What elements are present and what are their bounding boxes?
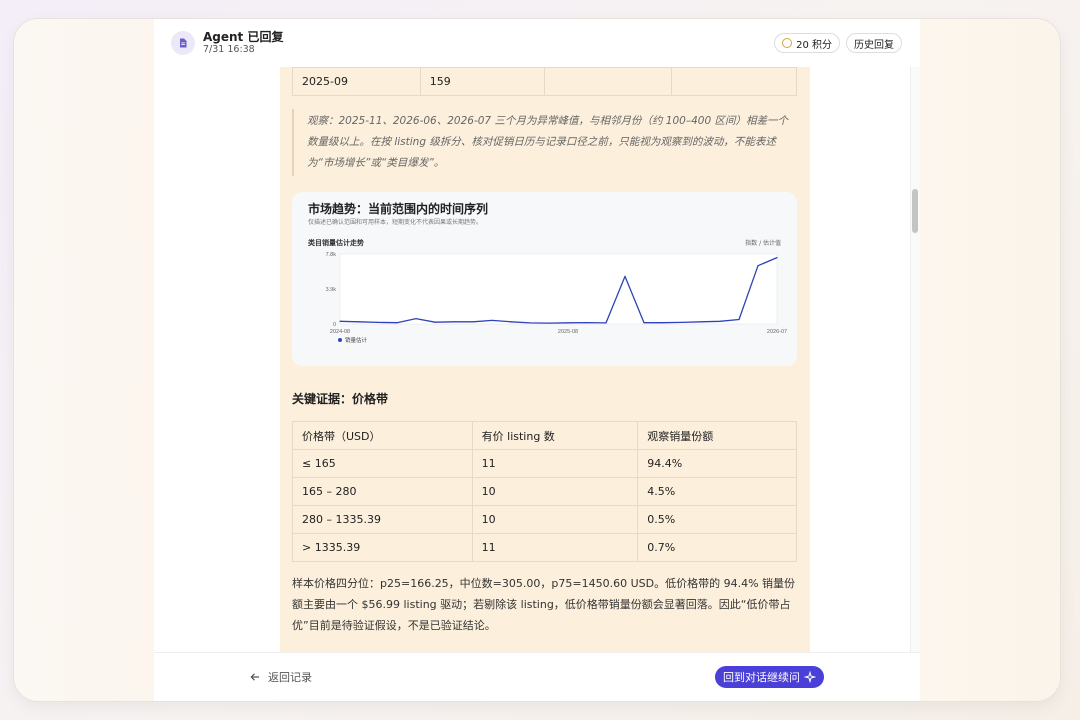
document-icon bbox=[171, 31, 195, 55]
points-badge[interactable]: 20 积分 bbox=[774, 33, 840, 53]
table-cell: 165 – 280 bbox=[292, 477, 473, 506]
data-point bbox=[491, 319, 493, 322]
data-point bbox=[605, 322, 607, 324]
table-cell: 11 bbox=[471, 533, 639, 562]
data-point bbox=[548, 322, 550, 324]
data-point bbox=[776, 256, 778, 259]
header-right: 20 积分 历史回复 bbox=[774, 33, 902, 53]
trend-chart-card: 市场趋势：当前范围内的时间序列 仅描述已确认范围和可用样本，短期变化不代表因果或… bbox=[292, 192, 797, 366]
reply-title: Agent 已回复 bbox=[203, 30, 284, 44]
column-header: 观察销量份额 bbox=[637, 421, 797, 450]
reply-scroll-area[interactable]: 2025-09 159 观察：2025-11、2026-06、2026-07 三个… bbox=[154, 67, 920, 652]
data-point bbox=[472, 321, 474, 323]
reply-time: 7/31 16:38 bbox=[203, 44, 255, 55]
scrollbar-thumb[interactable] bbox=[912, 189, 918, 233]
legend-label: 销量估计 bbox=[345, 336, 368, 344]
table-cell bbox=[543, 67, 673, 96]
x-tick-label: 2026-07 bbox=[767, 329, 787, 335]
data-point bbox=[567, 322, 569, 324]
data-point bbox=[415, 318, 417, 320]
table-cell: 94.4% bbox=[637, 449, 797, 478]
table-row: > 1335.39 11 0.7% bbox=[292, 533, 797, 562]
data-point bbox=[719, 320, 721, 322]
back-label: 返回记录 bbox=[268, 671, 312, 684]
column-header: 有价 listing 数 bbox=[471, 421, 639, 450]
data-point bbox=[700, 321, 702, 323]
legend-marker bbox=[338, 338, 342, 342]
table-cell: 4.5% bbox=[637, 477, 797, 506]
x-tick-label: 2025-08 bbox=[558, 329, 578, 335]
scrollbar-track[interactable] bbox=[910, 67, 920, 652]
table-row: 165 – 280 10 4.5% bbox=[292, 477, 797, 506]
reply-panel: Agent 已回复 7/31 16:38 20 积分 历史回复 2025-09 1… bbox=[154, 19, 920, 701]
chart-card-subtitle: 仅描述已确认范围和可用样本，短期变化不代表因果或长期趋势。 bbox=[308, 219, 483, 226]
data-point bbox=[434, 321, 436, 323]
data-point bbox=[624, 275, 626, 278]
data-point bbox=[586, 321, 588, 324]
header-text: Agent 已回复 7/31 16:38 bbox=[203, 30, 283, 56]
table-cell: 11 bbox=[471, 449, 639, 478]
table-cell: ≤ 165 bbox=[292, 449, 473, 478]
coin-icon bbox=[782, 38, 793, 48]
chart-card-title: 市场趋势：当前范围内的时间序列 bbox=[308, 202, 489, 216]
right-backdrop bbox=[920, 19, 1060, 701]
table-cell: > 1335.39 bbox=[292, 533, 473, 562]
data-point bbox=[358, 321, 360, 323]
panel-header: Agent 已回复 7/31 16:38 20 积分 历史回复 bbox=[154, 19, 920, 67]
chart-unit: 指数 / 估计值 bbox=[745, 240, 781, 247]
y-tick-label: 3.9k bbox=[326, 287, 337, 293]
trend-line-chart: 7.8k 3.9k 02024-08 2025-08 2026-07 销量估计 bbox=[326, 252, 788, 344]
table-cell: 10 bbox=[471, 477, 639, 506]
arrow-left-icon bbox=[250, 673, 259, 681]
points-label: 20 积分 bbox=[796, 39, 832, 51]
left-backdrop bbox=[14, 19, 154, 701]
summary-paragraph: 样本价格四分位：p25=166.25，中位数=305.00，p75=1450.6… bbox=[292, 577, 796, 632]
reply-content: 2025-09 159 观察：2025-11、2026-06、2026-07 三个… bbox=[280, 67, 810, 652]
data-point bbox=[643, 322, 645, 324]
table-cell: 10 bbox=[471, 505, 639, 534]
price-section-title: 关键证据：价格带 bbox=[292, 392, 389, 406]
observation-note: 观察：2025-11、2026-06、2026-07 三个月为异常峰值，与相邻月… bbox=[292, 109, 797, 176]
data-point bbox=[529, 322, 531, 324]
table-row: 2025-09 159 bbox=[292, 67, 797, 96]
table-cell: 159 bbox=[419, 67, 545, 96]
back-to-records-button[interactable]: 返回记录 bbox=[250, 669, 312, 685]
sparkle-icon bbox=[804, 671, 816, 683]
data-point bbox=[510, 321, 512, 323]
data-point bbox=[662, 322, 664, 324]
column-header: 价格带（USD） bbox=[292, 421, 473, 450]
data-point bbox=[681, 321, 683, 323]
x-tick-label: 2024-08 bbox=[330, 329, 350, 335]
table-cell: 0.7% bbox=[637, 533, 797, 562]
data-point bbox=[396, 322, 398, 324]
table-row: ≤ 165 11 94.4% bbox=[292, 449, 797, 478]
data-point bbox=[738, 318, 740, 321]
table-row: 280 – 1335.39 10 0.5% bbox=[292, 505, 797, 534]
continue-chat-button[interactable]: 回到对话继续问 bbox=[715, 666, 824, 688]
table-cell: 0.5% bbox=[637, 505, 797, 534]
y-tick-label: 7.8k bbox=[326, 252, 337, 258]
cta-label: 回到对话继续问 bbox=[723, 671, 800, 684]
history-button[interactable]: 历史回复 bbox=[846, 33, 902, 53]
y-tick-label: 0 bbox=[333, 322, 336, 328]
data-point bbox=[757, 265, 759, 267]
plot-area bbox=[339, 253, 778, 325]
monthly-table: 2025-09 159 bbox=[292, 67, 797, 96]
chart-name: 类目销量估计走势 bbox=[308, 239, 364, 247]
app-window: Agent 已回复 7/31 16:38 20 积分 历史回复 2025-09 1… bbox=[14, 19, 1060, 701]
table-cell: 2025-09 bbox=[292, 67, 421, 96]
table-cell bbox=[671, 67, 797, 96]
price-band-table: 价格带（USD） 有价 listing 数观察销量份额 ≤ 165 11 94.4% 1… bbox=[292, 421, 797, 562]
panel-footer: 返回记录 回到对话继续问 bbox=[154, 652, 920, 701]
data-point bbox=[377, 321, 379, 323]
data-point bbox=[339, 320, 341, 322]
header-left: Agent 已回复 7/31 16:38 bbox=[171, 30, 283, 56]
table-cell: 280 – 1335.39 bbox=[292, 505, 473, 534]
data-point bbox=[453, 321, 455, 323]
